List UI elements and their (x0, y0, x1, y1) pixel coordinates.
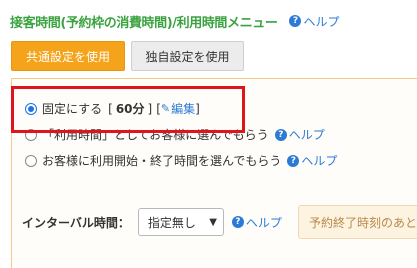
use-common-settings-button[interactable]: 共通設定を使用 (11, 41, 125, 71)
help-label: ヘルプ (303, 14, 340, 29)
question-icon: ? (289, 15, 302, 27)
radio-start-end-time[interactable] (25, 154, 37, 167)
use-custom-settings-button[interactable]: 独自設定を使用 (131, 41, 244, 71)
help-label: ヘルプ (301, 154, 338, 168)
interval-selected-value: 指定無し (147, 215, 196, 230)
option-start-end-time[interactable]: お客様に利用開始・終了時間を選んでもらう ? ヘルプ (25, 152, 337, 169)
question-icon: ? (231, 216, 244, 228)
chevron-down-icon: ▼ (209, 216, 217, 228)
usage-time-help-link[interactable]: ? ヘルプ (274, 126, 325, 143)
interval-note: 予約終了時刻のあと (298, 205, 417, 239)
red-highlight-box (11, 86, 245, 133)
option-start-end-label: お客様に利用開始・終了時間を選んでもらう (42, 154, 282, 168)
interval-select[interactable]: 指定無し ▼ (137, 208, 224, 236)
question-icon: ? (274, 128, 287, 141)
help-label: ヘルプ (288, 128, 325, 142)
section-title: 接客時間(予約枠の消費時間)/利用時間メニュー (10, 15, 278, 31)
section-header: 接客時間(予約枠の消費時間)/利用時間メニュー ? ヘルプ (10, 11, 339, 31)
help-label: ヘルプ (245, 215, 282, 230)
interval-help-link[interactable]: ? ヘルプ (231, 214, 282, 231)
interval-row: インターバル時間： 指定無し ▼ ? ヘルプ (22, 208, 282, 236)
question-icon: ? (287, 154, 300, 167)
header-help-link[interactable]: ? ヘルプ (289, 13, 339, 30)
interval-label: インターバル時間： (22, 215, 130, 230)
start-end-help-link[interactable]: ? ヘルプ (287, 152, 337, 169)
